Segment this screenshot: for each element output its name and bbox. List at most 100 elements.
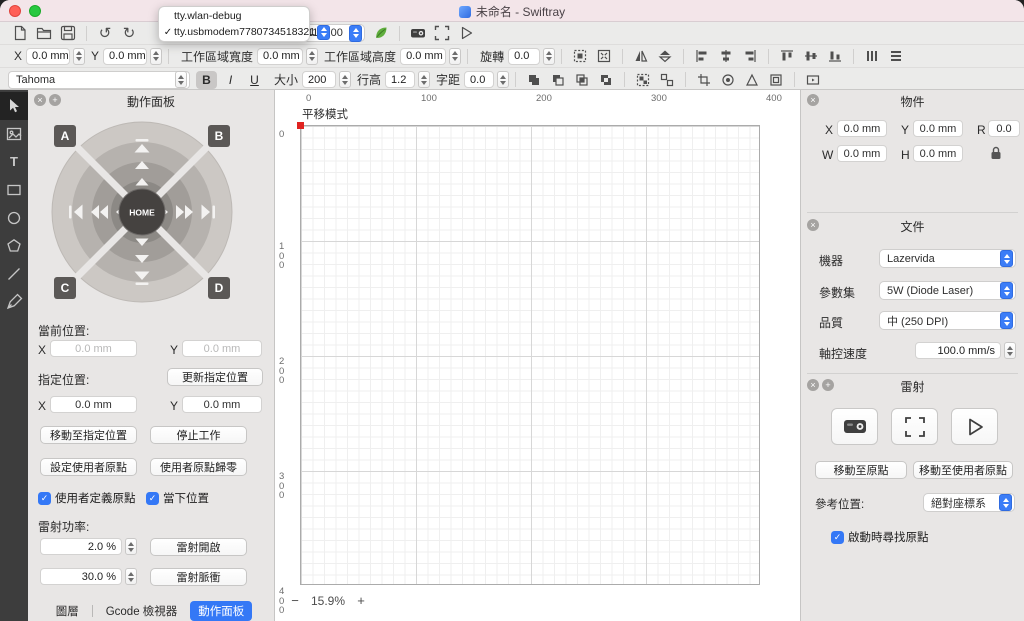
align-bottom-button[interactable] [824, 46, 846, 66]
font-family-select[interactable]: Tahoma [8, 70, 190, 89]
tool-image[interactable] [0, 120, 28, 148]
user-origin-zero-button[interactable]: 使用者原點歸零 [150, 458, 247, 476]
boolean-subtract-button[interactable] [547, 70, 569, 90]
stepper-icon[interactable] [339, 71, 352, 88]
font-size-value[interactable]: 200 [302, 71, 337, 88]
update-target-position-button[interactable]: 更新指定位置 [167, 368, 263, 386]
stepper-icon[interactable] [543, 47, 556, 65]
crop-button[interactable] [693, 70, 715, 90]
trace-image-button[interactable] [717, 70, 739, 90]
boolean-union-button[interactable] [523, 70, 545, 90]
object-height-input[interactable]: 0.0 mm [913, 145, 963, 162]
italic-button[interactable]: I [220, 71, 241, 89]
machine-select[interactable]: Lazervida [879, 249, 1016, 268]
line-height-value[interactable]: 1.2 [385, 71, 416, 88]
laser-pulse-button[interactable]: 雷射脈衝 [150, 568, 247, 586]
fit-to-window-button[interactable] [593, 46, 615, 66]
bold-button[interactable]: B [196, 70, 217, 89]
tool-text[interactable]: T [0, 148, 28, 176]
axis-speed-stepper[interactable]: 100.0 mm/s [915, 342, 1016, 359]
align-top-button[interactable] [776, 46, 798, 66]
stepper-icon[interactable] [306, 47, 319, 65]
user-defined-origin-checkbox[interactable]: ✓ 使用者定義原點 [38, 490, 136, 506]
run-job-button[interactable] [951, 408, 998, 445]
stepper-icon[interactable] [73, 47, 86, 65]
camera-preview-button[interactable] [406, 23, 430, 43]
new-file-button[interactable] [8, 23, 32, 43]
tool-rectangle[interactable] [0, 176, 28, 204]
corner-d-button[interactable]: D [208, 277, 230, 299]
y-position-value[interactable]: 0.0 mm [103, 47, 148, 65]
tool-ellipse[interactable] [0, 204, 28, 232]
y-position-stepper[interactable]: 0.0 mm [103, 47, 163, 65]
line-height-stepper[interactable]: 1.2 [385, 71, 431, 88]
rotate-stepper[interactable]: 0.0 [508, 47, 556, 65]
tool-pen[interactable] [0, 288, 28, 316]
tab-gcode-viewer[interactable]: Gcode 檢視器 [100, 602, 184, 620]
tool-polygon[interactable] [0, 232, 28, 260]
stepper-icon[interactable] [449, 47, 462, 65]
save-button[interactable] [56, 23, 80, 43]
tool-select[interactable] [0, 92, 28, 120]
work-area-width-value[interactable]: 0.0 mm [257, 47, 304, 65]
distribute-vertical-button[interactable] [885, 46, 907, 66]
stepper-icon[interactable] [125, 538, 137, 555]
axis-speed-value[interactable]: 100.0 mm/s [915, 342, 1001, 359]
underline-button[interactable]: U [244, 71, 265, 89]
preset-select[interactable]: 5W (Diode Laser) [879, 281, 1016, 300]
x-position-value[interactable]: 0.0 mm [26, 47, 71, 65]
laser-power-stepper[interactable]: 2.0 % [40, 538, 137, 555]
object-y-input[interactable]: 0.0 mm [913, 120, 963, 137]
redo-button[interactable]: ↻ [117, 23, 141, 43]
reference-position-select[interactable]: 絕對座標系 [923, 493, 1015, 512]
quality-select[interactable]: 中 (250 DPI) [879, 311, 1016, 330]
zoom-in-button[interactable]: + [354, 593, 368, 608]
rotate-value[interactable]: 0.0 [508, 47, 541, 65]
boolean-intersect-button[interactable] [571, 70, 593, 90]
flip-vertical-button[interactable] [654, 46, 676, 66]
fit-to-selection-button[interactable] [569, 46, 591, 66]
align-right-button[interactable] [739, 46, 761, 66]
current-location-checkbox[interactable]: ✓ 當下位置 [146, 490, 209, 506]
object-rotation-input[interactable]: 0.0 [988, 120, 1020, 137]
canvas-grid[interactable] [300, 125, 760, 585]
open-file-button[interactable] [32, 23, 56, 43]
ungroup-button[interactable] [656, 70, 678, 90]
group-button[interactable] [632, 70, 654, 90]
corner-a-button[interactable]: A [54, 125, 76, 147]
letter-spacing-stepper[interactable]: 0.0 [464, 71, 510, 88]
move-to-target-button[interactable]: 移動至指定位置 [40, 426, 137, 444]
flip-horizontal-button[interactable] [630, 46, 652, 66]
laser-pulse-power-stepper[interactable]: 30.0 % [40, 568, 137, 585]
corner-c-button[interactable]: C [54, 277, 76, 299]
stepper-icon[interactable] [150, 47, 163, 65]
start-job-button[interactable] [454, 23, 478, 43]
laser-on-button[interactable]: 雷射開啟 [150, 538, 247, 556]
stepper-icon[interactable] [497, 71, 510, 88]
distribute-horizontal-button[interactable] [861, 46, 883, 66]
image-preview-button[interactable] [802, 70, 824, 90]
work-area-height-value[interactable]: 0.0 mm [400, 47, 447, 65]
camera-view-button[interactable] [831, 408, 878, 445]
laser-power-value[interactable]: 2.0 % [40, 538, 122, 555]
port-menu-item-wlan[interactable]: tty.wlan-debug [159, 8, 309, 24]
vectorize-button[interactable] [741, 70, 763, 90]
frame-preview-button[interactable] [891, 408, 938, 445]
undo-button[interactable]: ↺ [93, 23, 117, 43]
connect-button[interactable] [369, 23, 393, 43]
frame-job-button[interactable] [430, 23, 454, 43]
corner-b-button[interactable]: B [208, 125, 230, 147]
tab-layers[interactable]: 圖層 [50, 602, 85, 620]
tab-action-panel[interactable]: 動作面板 [190, 600, 253, 621]
target-y-input[interactable]: 0.0 mm [182, 396, 262, 413]
zoom-out-button[interactable]: − [288, 593, 302, 608]
target-x-input[interactable]: 0.0 mm [50, 396, 137, 413]
port-menu-item-usbmodem[interactable]: ✓ tty.usbmodem7780734518321 [159, 24, 331, 40]
move-to-user-origin-button[interactable]: 移動至使用者原點 [913, 461, 1013, 479]
stepper-icon[interactable] [125, 568, 137, 585]
stop-job-button[interactable]: 停止工作 [150, 426, 247, 444]
aspect-lock-button[interactable] [989, 145, 1003, 164]
tool-line[interactable] [0, 260, 28, 288]
align-middle-button[interactable] [800, 46, 822, 66]
stepper-icon[interactable] [418, 71, 431, 88]
